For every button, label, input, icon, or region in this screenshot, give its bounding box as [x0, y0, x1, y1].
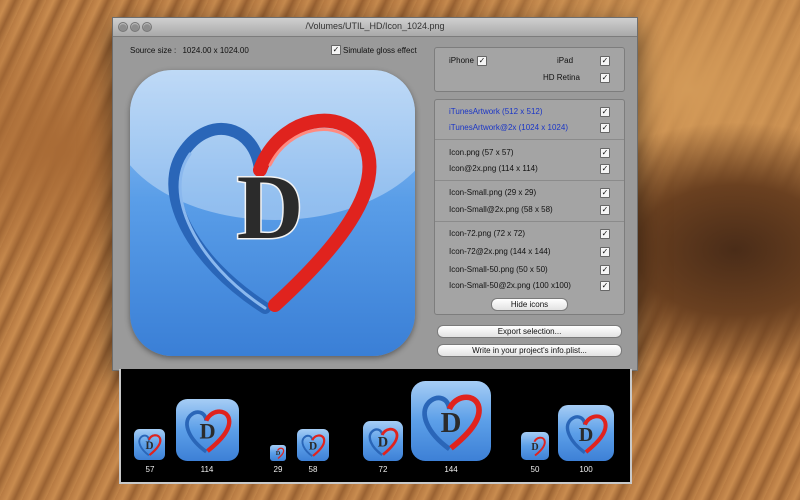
- preview-icon: D: [297, 429, 329, 461]
- title-bar[interactable]: /Volumes/UTIL_HD/Icon_1024.png: [113, 18, 637, 37]
- device-ipad-label: iPad: [557, 56, 574, 65]
- list-item-label: Icon-Small.png (29 x 29): [449, 188, 537, 197]
- svg-text:D: D: [276, 450, 281, 457]
- gloss-checkbox[interactable]: ✓: [331, 45, 341, 55]
- devices-panel: iPhone ✓ iPad ✓ HD Retina ✓: [434, 47, 625, 92]
- list-item-label: Icon-Small@2x.png (58 x 58): [449, 205, 553, 214]
- list-item-checkbox[interactable]: ✓: [600, 205, 610, 215]
- export-selection-button[interactable]: Export selection...: [437, 325, 622, 338]
- svg-text:D: D: [531, 442, 538, 453]
- icon-preview: D: [130, 70, 415, 356]
- preview-icon: D: [176, 399, 239, 461]
- preview-size-label: 29: [273, 465, 283, 474]
- preview-icon: D: [134, 429, 165, 460]
- preview-size-label: 114: [200, 465, 214, 474]
- list-item-checkbox[interactable]: ✓: [600, 164, 610, 174]
- gloss-option[interactable]: ✓ Simulate gloss effect: [331, 45, 417, 55]
- preview-size-label: 72: [378, 465, 388, 474]
- preview-icon: D: [363, 421, 403, 461]
- device-ipad-checkbox[interactable]: ✓: [600, 56, 610, 66]
- list-item-label: iTunesArtwork (512 x 512): [449, 107, 543, 116]
- svg-text:D: D: [441, 407, 462, 439]
- preview-icon: D: [521, 432, 549, 460]
- preview-size-label: 100: [579, 465, 593, 474]
- list-item-checkbox[interactable]: ✓: [600, 265, 610, 275]
- preview-size-label: 50: [530, 465, 540, 474]
- source-size-value: 1024.00 x 1024.00: [182, 46, 249, 55]
- list-item-checkbox[interactable]: ✓: [600, 123, 610, 133]
- list-item-label: Icon@2x.png (114 x 114): [449, 164, 538, 173]
- icon-letter: D: [237, 156, 303, 258]
- list-item-label: Icon.png (57 x 57): [449, 148, 514, 157]
- svg-text:D: D: [378, 435, 388, 451]
- source-size-label: Source size :: [130, 46, 177, 55]
- preview-icon: D: [270, 445, 286, 461]
- preview-size-label: 58: [308, 465, 318, 474]
- icon-preview-tray: D D D D D D D D 57 114 29 58 72 144 50 1…: [119, 369, 632, 484]
- preview-icon: D: [411, 381, 491, 461]
- svg-text:D: D: [309, 440, 317, 452]
- list-item-label: Icon-Small-50.png (50 x 50): [449, 265, 548, 274]
- device-iphone-checkbox[interactable]: ✓: [477, 56, 487, 66]
- window-title: /Volumes/UTIL_HD/Icon_1024.png: [305, 21, 445, 31]
- preview-size-label: 57: [145, 465, 155, 474]
- preview-size-label: 144: [444, 465, 458, 474]
- divider: [435, 221, 624, 222]
- app-window: /Volumes/UTIL_HD/Icon_1024.png Source si…: [112, 17, 638, 371]
- device-retina-label: HD Retina: [543, 73, 580, 82]
- list-item-label: Icon-Small-50@2x.png (100 x100): [449, 281, 571, 290]
- svg-text:D: D: [145, 440, 153, 452]
- preview-icon: D: [558, 405, 614, 461]
- svg-text:D: D: [199, 419, 215, 444]
- list-item-label: iTunesArtwork@2x (1024 x 1024): [449, 123, 568, 132]
- list-item-label: Icon-72.png (72 x 72): [449, 229, 526, 238]
- list-item-checkbox[interactable]: ✓: [600, 229, 610, 239]
- list-item-label: Icon-72@2x.png (144 x 144): [449, 247, 551, 256]
- list-item-checkbox[interactable]: ✓: [600, 107, 610, 117]
- list-item-checkbox[interactable]: ✓: [600, 188, 610, 198]
- svg-text:D: D: [579, 424, 594, 446]
- icon-list-panel: iTunesArtwork (512 x 512) ✓ iTunesArtwor…: [434, 99, 625, 315]
- gloss-label: Simulate gloss effect: [343, 45, 417, 55]
- divider: [435, 139, 624, 140]
- hide-icons-button[interactable]: Hide icons: [491, 298, 568, 311]
- heart-logo-icon: D: [168, 113, 377, 314]
- source-size: Source size : 1024.00 x 1024.00: [130, 46, 249, 55]
- device-retina-checkbox[interactable]: ✓: [600, 73, 610, 83]
- divider: [435, 180, 624, 181]
- list-item-checkbox[interactable]: ✓: [600, 281, 610, 291]
- list-item-checkbox[interactable]: ✓: [600, 148, 610, 158]
- list-item-checkbox[interactable]: ✓: [600, 247, 610, 257]
- write-plist-button[interactable]: Write in your project's info.plist...: [437, 344, 622, 357]
- device-iphone-label: iPhone: [449, 56, 474, 65]
